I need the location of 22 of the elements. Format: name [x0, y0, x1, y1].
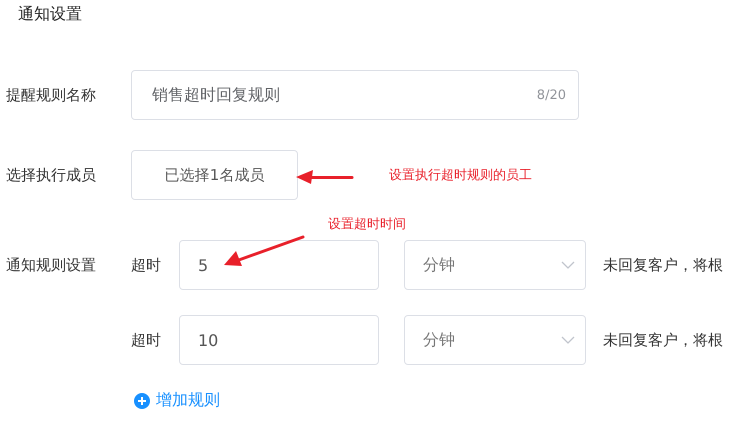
char-count: 8/20 [536, 88, 566, 102]
select-members-button[interactable]: 已选择1名成员 [131, 150, 298, 200]
field-label: 通知规则设置 [6, 255, 97, 276]
page-title: 通知设置 [18, 3, 82, 25]
field-label: 提醒规则名称 [6, 86, 97, 104]
annotation: 设置执行超时规则的员工 [389, 167, 532, 184]
rule-name-field[interactable]: 销售超时回复规则 8/20 [131, 70, 579, 120]
timeout-label: 超时 [131, 256, 162, 274]
unit-select[interactable]: 分钟 [404, 315, 586, 365]
arrow [296, 170, 354, 184]
timeout-input[interactable]: 10 [179, 315, 379, 365]
add-rule-link[interactable]: 增加规则 [134, 390, 220, 411]
timeout-label: 超时 [131, 330, 162, 350]
rule-description: 未回复客户，将根 [603, 256, 723, 274]
field-label: 选择执行成员 [6, 166, 97, 184]
plus-circle-icon [134, 392, 150, 408]
chevron-down-icon [561, 261, 575, 269]
rule-description: 未回复客户，将根 [603, 330, 723, 350]
timeout-input[interactable]: 5 [179, 240, 379, 290]
chevron-down-icon [561, 336, 575, 344]
unit-select[interactable]: 分钟 [404, 240, 586, 290]
annotation: 设置超时时间 [328, 216, 406, 233]
